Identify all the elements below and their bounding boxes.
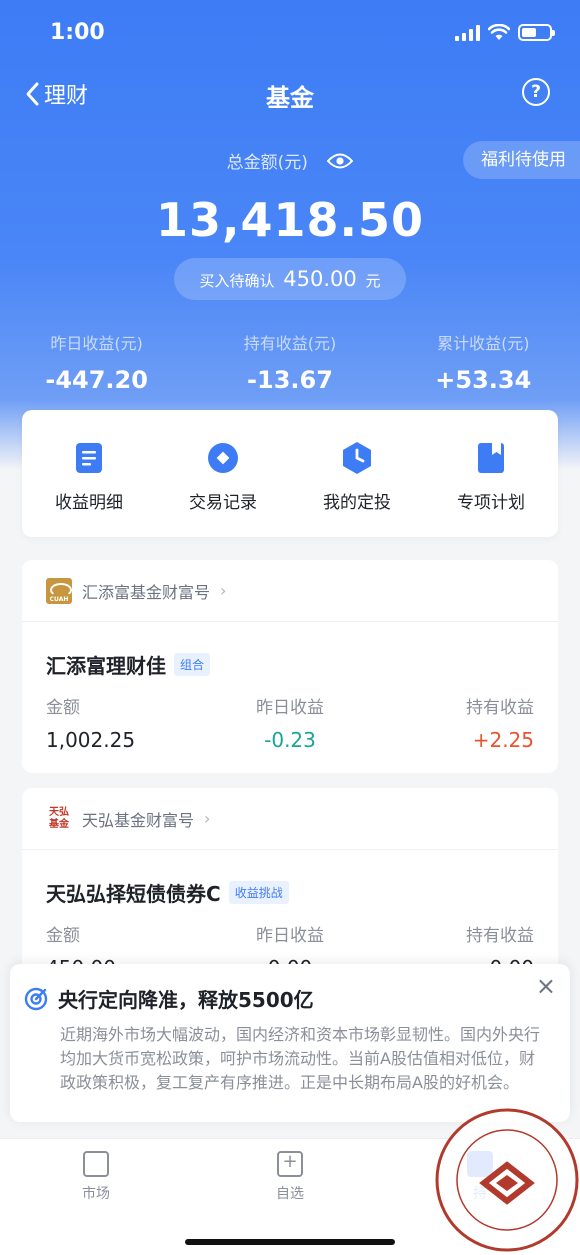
close-icon[interactable]: ×	[536, 972, 556, 1000]
action-earnings-detail[interactable]: 收益明细	[22, 410, 156, 537]
yesterday-label: 昨日收益	[256, 926, 324, 946]
watchlist-icon: +	[277, 1151, 303, 1177]
fund-tag: 收益挑战	[228, 881, 289, 904]
fund-company-logo: CUAH	[46, 577, 72, 604]
nav-bar: 理财 基金 ?	[0, 66, 580, 122]
page-title: 基金	[266, 84, 314, 112]
fund-provider-name: 天弘基金财富号	[82, 810, 195, 830]
home-indicator	[185, 1239, 395, 1245]
tab-label: 市场	[82, 1186, 110, 1202]
news-body: 近期海外市场大幅波动，国内经济和资本市场彰显韧性。国内外央行均加大货币宽松政策，…	[60, 1025, 541, 1092]
eye-icon[interactable]	[326, 152, 354, 175]
earnings-stats: 昨日收益(元) -447.20 持有收益(元) -13.67 累计收益(元) +…	[0, 330, 580, 394]
watermark-seal	[435, 1108, 579, 1252]
help-icon[interactable]: ?	[522, 78, 550, 106]
fund-provider-link[interactable]: CUAH 汇添富基金财富号 ›	[22, 560, 558, 622]
yesterday-label: 昨日收益	[256, 698, 324, 718]
fund-provider-link[interactable]: 天弘基金 天弘基金财富号 ›	[22, 788, 558, 850]
stat-yesterday[interactable]: 昨日收益(元) -447.20	[0, 330, 193, 394]
pending-label: 买入待确认	[199, 272, 275, 290]
stat-holding[interactable]: 持有收益(元) -13.67	[193, 330, 386, 394]
status-time: 1:00	[50, 20, 105, 45]
fund-company-logo: 天弘基金	[49, 806, 69, 830]
pending-amount: 450.00	[283, 267, 357, 291]
stat-label: 累计收益(元)	[437, 334, 530, 353]
amount-label: 金额	[46, 926, 80, 946]
total-amount-label: 总金额(元)	[0, 148, 580, 175]
pending-confirm-badge[interactable]: 买入待确认 450.00 元	[174, 258, 406, 300]
action-label: 我的定投	[323, 493, 391, 513]
news-banner[interactable]: 央行定向降准，释放5500亿 近期海外市场大幅波动，国内经济和资本市场彰显韧性。…	[10, 964, 570, 1122]
wifi-icon	[488, 24, 510, 40]
action-label: 专项计划	[457, 493, 525, 513]
total-label-text: 总金额(元)	[226, 153, 308, 173]
tab-label: 自选	[276, 1186, 304, 1202]
stat-value: -447.20	[45, 366, 148, 394]
document-icon	[73, 442, 105, 474]
fund-card[interactable]: CUAH 汇添富基金财富号 › 汇添富理财佳 组合 金额 1,002.25 昨日…	[22, 560, 558, 773]
action-auto-invest[interactable]: 我的定投	[290, 410, 424, 537]
chevron-right-icon: ›	[220, 581, 227, 600]
clock-icon	[341, 442, 373, 474]
status-icons	[455, 24, 555, 41]
total-amount: 13,418.50	[156, 193, 424, 247]
chevron-right-icon: ›	[204, 809, 211, 828]
fund-figures: 金额 1,002.25 昨日收益 -0.23 持有收益 +2.25	[22, 679, 558, 752]
holding-value: +2.25	[472, 728, 535, 752]
pending-unit: 元	[365, 272, 381, 290]
yesterday-value: -0.23	[264, 728, 316, 752]
fund-name-row: 汇添富理财佳 组合	[22, 622, 558, 679]
fund-name: 天弘弘择短债债券C	[46, 882, 221, 906]
fund-name-row: 天弘弘择短债债券C 收益挑战	[22, 850, 558, 907]
quick-actions: 收益明细 交易记录 我的定投 专项计划	[22, 410, 558, 537]
fund-provider-name: 汇添富基金财富号	[82, 582, 211, 602]
tab-watchlist[interactable]: + 自选	[250, 1151, 330, 1203]
market-icon	[83, 1151, 109, 1177]
fund-tag: 组合	[174, 653, 211, 676]
stat-value: +53.34	[435, 366, 532, 394]
news-title: 央行定向降准，释放5500亿	[58, 988, 314, 1012]
action-transactions[interactable]: 交易记录	[156, 410, 290, 537]
action-special-plan[interactable]: 专项计划	[424, 410, 558, 537]
amount-value: 1,002.25	[46, 728, 136, 752]
holding-label: 持有收益	[466, 698, 535, 718]
bookmark-icon	[475, 442, 507, 474]
status-bar: 1:00	[0, 0, 580, 66]
news-title-row: 央行定向降准，释放5500亿	[24, 984, 546, 1013]
stat-label: 持有收益(元)	[243, 334, 337, 353]
fund-card[interactable]: 天弘基金 天弘基金财富号 › 天弘弘择短债债券C 收益挑战 金额 450.00 …	[22, 788, 558, 988]
stat-value: -13.67	[247, 366, 333, 394]
stat-label: 昨日收益(元)	[50, 334, 143, 353]
stat-cumulative[interactable]: 累计收益(元) +53.34	[387, 330, 580, 394]
record-icon	[207, 442, 239, 474]
signal-icon	[455, 24, 480, 41]
amount-label: 金额	[46, 698, 80, 718]
tab-market[interactable]: 市场	[56, 1151, 136, 1203]
holding-label: 持有收益	[466, 926, 535, 946]
fund-name: 汇添富理财佳	[46, 654, 166, 678]
battery-icon	[518, 24, 555, 41]
target-icon	[24, 987, 48, 1010]
action-label: 交易记录	[189, 493, 257, 513]
action-label: 收益明细	[55, 493, 123, 513]
